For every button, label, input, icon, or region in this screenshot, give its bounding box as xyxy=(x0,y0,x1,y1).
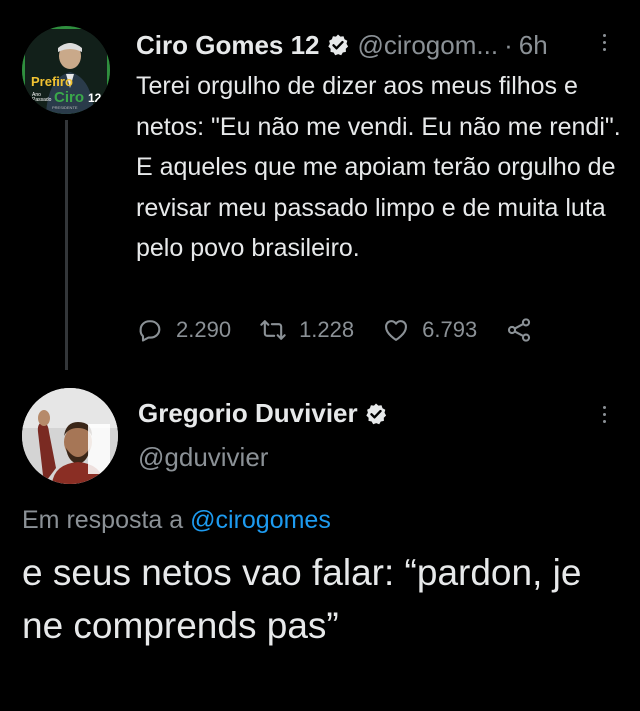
reply-context: Em resposta a @cirogomes xyxy=(22,506,331,535)
tweet-header: Ciro Gomes 12 @cirogom... · 6h xyxy=(136,28,626,62)
svg-text:PRESIDENTE: PRESIDENTE xyxy=(52,105,78,110)
avatar-ciro-image: Prefiro Ano Passado Ciro 12 PRESIDENTE xyxy=(22,26,110,114)
svg-text:Passado: Passado xyxy=(32,97,52,103)
tweet-header: Gregorio Duvivier xyxy=(138,398,388,429)
verified-badge-icon xyxy=(365,403,386,424)
timestamp[interactable]: 6h xyxy=(519,30,548,61)
separator-dot: · xyxy=(504,29,513,60)
like-count: 6.793 xyxy=(422,317,478,342)
more-options-icon[interactable] xyxy=(601,34,607,51)
avatar-ciro[interactable]: Prefiro Ano Passado Ciro 12 PRESIDENTE xyxy=(22,26,110,114)
display-name[interactable]: Gregorio Duvivier xyxy=(138,398,358,429)
svg-text:Ciro: Ciro xyxy=(54,89,84,106)
more-options-icon[interactable] xyxy=(601,406,607,423)
tweet-text: e seus netos vao falar: “pardon, je ne c… xyxy=(22,552,582,646)
tweet-gregorio[interactable]: Gregorio Duvivier @gduvivier Em resposta… xyxy=(0,370,640,711)
reply-mention-link[interactable]: @cirogomes xyxy=(190,506,331,534)
share-icon xyxy=(508,318,531,342)
reply-icon xyxy=(139,320,161,342)
display-name[interactable]: Ciro Gomes 12 xyxy=(136,30,320,61)
svg-text:Prefiro: Prefiro xyxy=(31,74,73,89)
handle[interactable]: @cirogom... xyxy=(358,30,499,61)
avatar-gregorio[interactable] xyxy=(22,388,118,484)
thread-connector-line xyxy=(65,120,68,370)
reply-prefix: Em resposta a xyxy=(22,506,184,534)
handle[interactable]: @gduvivier xyxy=(138,442,268,473)
svg-text:12: 12 xyxy=(88,91,102,105)
share-button[interactable] xyxy=(505,316,533,344)
like-button[interactable]: 6.793 xyxy=(382,316,477,344)
tweet-actions-bar: 2.290 1.228 6.793 xyxy=(136,314,561,346)
tweet-text: Terei orgulho de dizer aos meus filhos e… xyxy=(136,72,621,262)
like-icon xyxy=(385,320,408,341)
retweet-icon xyxy=(260,320,286,340)
verified-badge-icon xyxy=(327,34,348,56)
reply-count: 2.290 xyxy=(176,317,232,342)
avatar-gregorio-image xyxy=(22,388,118,484)
tweet-ciro[interactable]: Prefiro Ano Passado Ciro 12 PRESIDENTE C… xyxy=(0,0,640,370)
reply-button[interactable]: 2.290 xyxy=(136,316,231,344)
retweet-count: 1.228 xyxy=(299,317,355,342)
retweet-button[interactable]: 1.228 xyxy=(259,316,354,344)
